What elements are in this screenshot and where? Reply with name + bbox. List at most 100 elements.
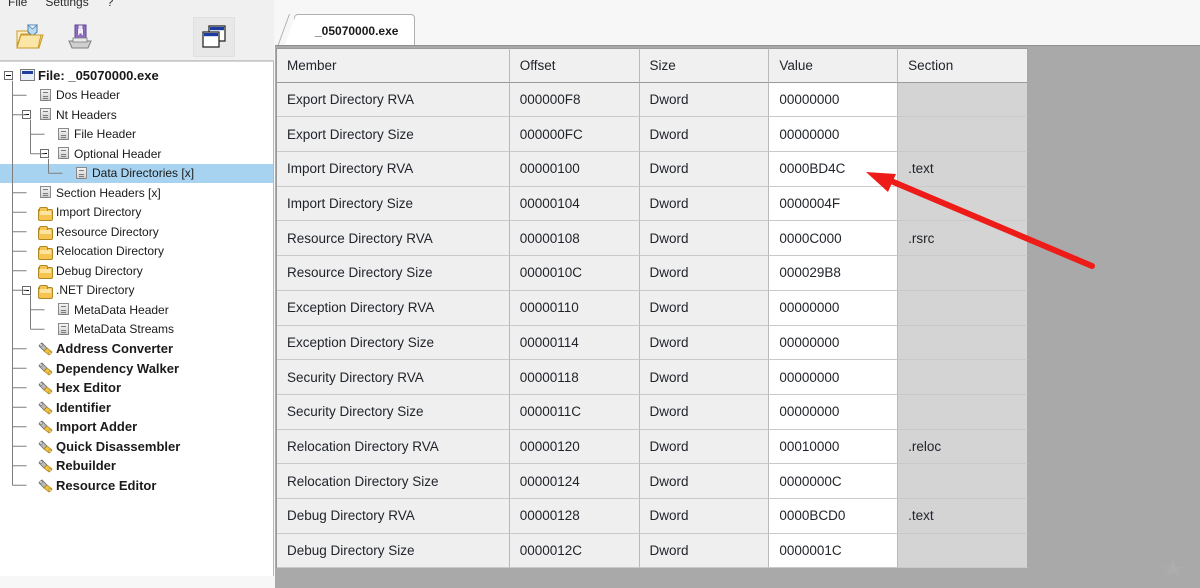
column-header-offset[interactable]: Offset (509, 48, 640, 83)
table-row[interactable]: Exception Directory Size 00000114 Dword 000… (277, 325, 1028, 361)
page-icon (38, 88, 54, 103)
tool-icon (38, 478, 54, 493)
table-row[interactable]: Debug Directory Size 0000012C Dword 0000001… (277, 533, 1028, 569)
cell-size: Dword (639, 186, 770, 222)
page-icon (38, 108, 54, 122)
tree-expander-minus[interactable] (22, 110, 31, 119)
tree-item-metadata-streams[interactable]: MetaData Streams (0, 320, 273, 340)
tool-icon (38, 381, 54, 395)
cell-size: Dword (639, 290, 770, 326)
tree-item-label: Section Headers [x] (56, 185, 161, 200)
column-header-size[interactable]: Size (639, 48, 770, 83)
tree-item-label: Import Directory (56, 205, 142, 220)
table-row[interactable]: Resource Directory RVA 00000108 Dword 0000C… (277, 221, 1028, 257)
file-structure-tree[interactable]: File: _05070000.exe Dos Header Nt Headers F… (0, 61, 274, 576)
menu-bar: File Settings ? (0, 0, 274, 13)
cell-size: Dword (639, 360, 770, 395)
table-row[interactable]: Relocation Directory RVA 00000120 Dword 000… (277, 429, 1028, 465)
tree-item-net-directory[interactable]: .NET Directory (0, 281, 273, 301)
page-icon (56, 127, 72, 142)
folder-icon (38, 206, 54, 221)
menu-help[interactable]: ? (107, 0, 114, 9)
cell-value: 00000000 (769, 290, 899, 326)
cell-member: Resource Directory RVA (277, 221, 510, 257)
tree-item-rebuilder[interactable]: Rebuilder (0, 456, 273, 476)
tree-item-import-directory[interactable]: Import Directory (0, 203, 273, 223)
menu-settings[interactable]: Settings (45, 0, 88, 9)
tree-item-metadata-header[interactable]: MetaData Header (0, 300, 273, 320)
tree-item-optional-header[interactable]: Optional Header (0, 144, 273, 164)
tree-item-label: Optional Header (74, 146, 162, 161)
tree-item-dependency-walker[interactable]: Dependency Walker (0, 359, 273, 379)
tab-label: _05070000.exe (315, 23, 399, 38)
cell-offset: 00000124 (509, 464, 640, 499)
tree-item-label: Quick Disassembler (56, 438, 181, 454)
tree-item-debug-directory[interactable]: Debug Directory (0, 261, 273, 281)
save-file-button[interactable]: H (60, 18, 100, 56)
tool-icon (38, 400, 54, 415)
tree-item-file-05070000-exe[interactable]: File: _05070000.exe (0, 66, 273, 86)
table-row[interactable]: Security Directory Size 0000011C Dword 0000… (277, 394, 1028, 430)
column-header-member[interactable]: Member (277, 48, 510, 83)
tree-expander-minus[interactable] (4, 71, 13, 80)
cell-offset: 0000011C (509, 394, 640, 430)
tab-05070000-exe[interactable]: _05070000.exe (283, 14, 416, 47)
cell-member: Security Directory RVA (277, 360, 510, 395)
tree-item-address-converter[interactable]: Address Converter (0, 339, 273, 359)
cell-member: Import Directory RVA (277, 152, 510, 187)
cell-size: Dword (639, 325, 770, 361)
tree-item-nt-headers[interactable]: Nt Headers (0, 105, 273, 125)
table-row[interactable]: Security Directory RVA 00000118 Dword 00000… (277, 360, 1028, 395)
tree-item-file-header[interactable]: File Header (0, 125, 273, 145)
cell-size: Dword (639, 221, 770, 257)
cell-member: Export Directory RVA (277, 82, 510, 118)
table-row[interactable]: Import Directory Size 00000104 Dword 000000… (277, 186, 1028, 222)
cascade-windows-button[interactable] (193, 17, 235, 57)
page-icon (56, 147, 72, 161)
tree-item-relocation-directory[interactable]: Relocation Directory (0, 242, 273, 262)
tool-icon (38, 439, 53, 454)
data-directories-table[interactable]: Member Offset Size Value Section Export … (276, 48, 1028, 569)
table-row[interactable]: Debug Directory RVA 00000128 Dword 0000BCD0… (277, 498, 1028, 534)
table-row[interactable]: Export Directory Size 000000FC Dword 000000… (277, 117, 1028, 153)
table-row[interactable]: Resource Directory Size 0000010C Dword 0000… (277, 256, 1028, 291)
tree-item-label: Import Adder (56, 419, 138, 435)
tree-item-quick-disassembler[interactable]: Quick Disassembler (0, 437, 273, 457)
cell-member: Security Directory Size (277, 394, 510, 430)
open-file-button[interactable] (10, 18, 50, 56)
cell-value: 0000000C (769, 464, 899, 499)
cell-size: Dword (639, 256, 770, 291)
menu-file[interactable]: File (8, 0, 27, 9)
cell-size: Dword (639, 82, 770, 118)
cell-offset: 00000128 (509, 498, 640, 534)
cell-offset: 000000F8 (509, 82, 640, 118)
cell-offset: 00000114 (509, 325, 640, 361)
open-folder-icon (16, 24, 44, 49)
tree-item-dos-header[interactable]: Dos Header (0, 86, 273, 106)
tree-item-section-headers-x[interactable]: Section Headers [x] (0, 183, 273, 203)
table-row[interactable]: Import Directory RVA 00000100 Dword 0000BD4… (277, 152, 1028, 187)
tree-expander-minus[interactable] (22, 285, 31, 295)
table-body: Export Directory RVA 000000F8 Dword 0000000… (277, 82, 1028, 569)
tree-item-import-adder[interactable]: Import Adder (0, 417, 273, 437)
table-row[interactable]: Relocation Directory Size 00000124 Dword 00… (277, 464, 1028, 499)
cell-size: Dword (639, 394, 770, 430)
tree-item-hex-editor[interactable]: Hex Editor (0, 378, 273, 398)
tree-expander-minus[interactable] (40, 149, 49, 158)
table-row[interactable]: Export Directory RVA 000000F8 Dword 0000000… (277, 82, 1028, 118)
column-header-value[interactable]: Value (769, 48, 899, 83)
cell-section: .text (898, 152, 1028, 187)
save-floppy-icon: H (68, 24, 92, 49)
tree-item-identifier[interactable]: Identifier (0, 398, 273, 418)
column-header-section[interactable]: Section (898, 48, 1028, 83)
tree-item-resource-directory[interactable]: Resource Directory (0, 222, 273, 242)
table-row[interactable]: Exception Directory RVA 00000110 Dword 0000… (277, 290, 1028, 326)
cell-section (898, 117, 1028, 153)
tree-item-data-directories-x[interactable]: Data Directories [x] (0, 163, 273, 183)
tool-icon (38, 342, 54, 356)
cell-value: 0000001C (769, 533, 899, 569)
tree-item-resource-editor[interactable]: Resource Editor (0, 476, 273, 496)
cell-offset: 000000FC (509, 117, 640, 153)
tree-item-label: File Header (74, 127, 137, 142)
page-icon (56, 322, 72, 337)
